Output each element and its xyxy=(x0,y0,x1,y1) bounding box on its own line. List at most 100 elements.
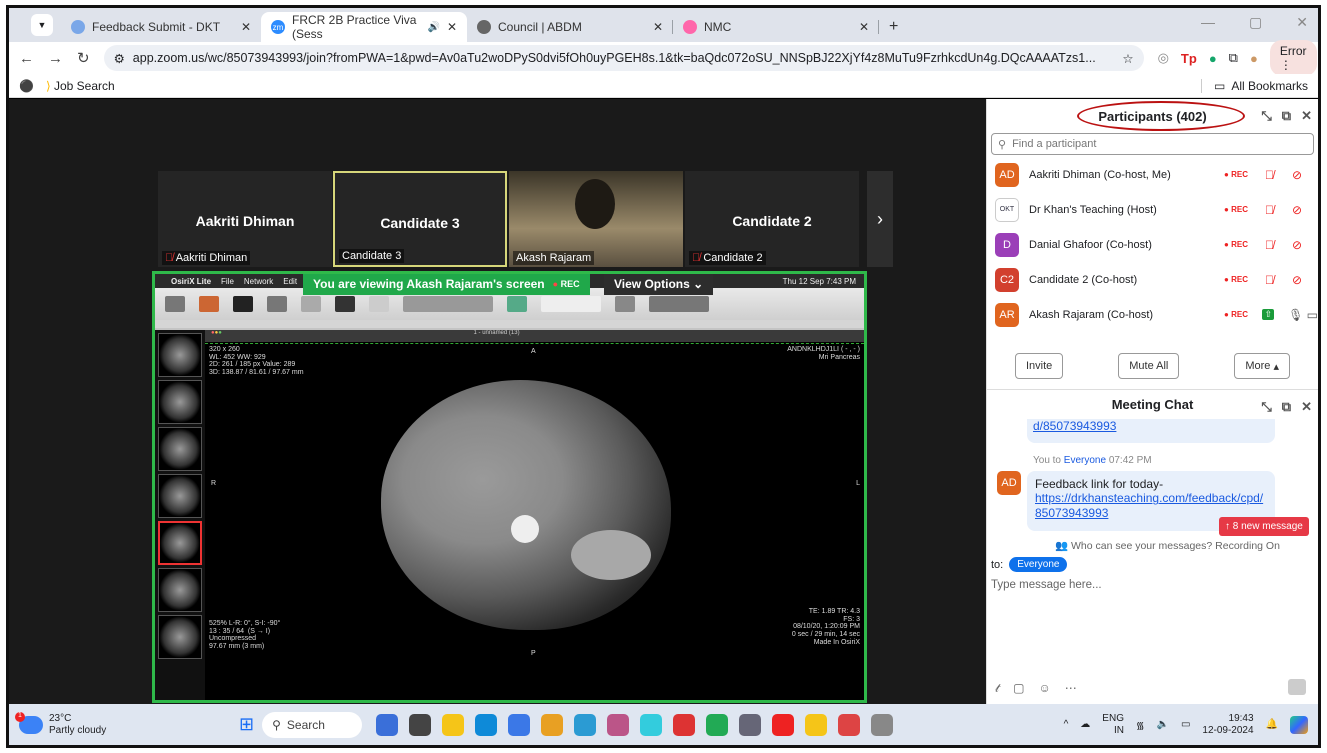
participant-row[interactable]: AR Akash Rajaram (Co-host) ● REC ⇧ 🎙 ▭ xyxy=(987,297,1318,332)
bookmark-job-search[interactable]: ⟩ Job Search xyxy=(46,79,115,93)
edge-icon[interactable] xyxy=(475,713,498,736)
app-icon[interactable] xyxy=(673,713,696,736)
participant-row[interactable]: D Danial Ghafoor (Co-host) ● REC 🎙̸ ⊘ xyxy=(987,227,1318,262)
tab-council[interactable]: Council | ABDM ✕ xyxy=(467,12,673,42)
video-off-icon[interactable]: ⊘ xyxy=(1292,203,1302,217)
mute-all-button[interactable]: Mute All xyxy=(1118,353,1180,379)
app-icon[interactable] xyxy=(574,713,597,736)
participant-search[interactable]: ⚲ Find a participant xyxy=(991,133,1314,155)
chevron-up-icon[interactable]: ^ xyxy=(1064,719,1069,730)
chrome-profile-icon[interactable] xyxy=(805,713,828,736)
new-tab-button[interactable]: + xyxy=(879,12,908,42)
tab-feedback[interactable]: Feedback Submit - DKT ✕ xyxy=(61,12,261,42)
close-icon[interactable]: ✕ xyxy=(241,20,251,34)
series-thumbnail-selected[interactable] xyxy=(158,521,202,565)
tab-zoom[interactable]: zm FRCR 2B Practice Viva (Sess 🔊 ✕ xyxy=(261,12,467,42)
close-window-icon[interactable]: ✕ xyxy=(1296,14,1308,31)
mic-muted-icon[interactable]: 🎙̸ xyxy=(1265,273,1274,287)
settings-icon[interactable] xyxy=(871,713,894,736)
more-options-icon[interactable]: ⋯ xyxy=(1065,681,1077,696)
url-field[interactable]: ⚙ app.zoom.us/wc/85073943993/join?fromPW… xyxy=(103,45,1144,71)
new-messages-button[interactable]: ↑ 8 new message xyxy=(1219,517,1309,536)
close-icon[interactable]: ✕ xyxy=(859,20,869,34)
notification-bell-icon[interactable]: 🔔 xyxy=(1266,719,1278,730)
minimize-panel-icon[interactable]: ⤡ xyxy=(1261,399,1271,415)
powerpoint-icon[interactable] xyxy=(838,713,861,736)
app-icon[interactable] xyxy=(640,713,663,736)
recipient-dropdown[interactable]: Everyone xyxy=(1009,557,1068,572)
close-icon[interactable]: ✕ xyxy=(1301,108,1312,124)
extension-icon[interactable]: Tp xyxy=(1181,51,1197,66)
profile-avatar[interactable]: ● xyxy=(1250,51,1258,66)
windows-start-icon[interactable]: ⊞ xyxy=(239,714,254,735)
tab-nmc[interactable]: NMC ✕ xyxy=(673,12,879,42)
battery-icon[interactable]: ▭ xyxy=(1181,719,1190,730)
mic-icon[interactable]: 🎙 ▭ xyxy=(1288,308,1318,322)
video-off-icon[interactable]: ⊘ xyxy=(1292,273,1302,287)
grammarly-icon[interactable]: ● xyxy=(1209,51,1217,66)
github-icon[interactable]: ⚫ xyxy=(19,79,34,93)
invite-button[interactable]: Invite xyxy=(1015,353,1064,379)
video-off-icon[interactable]: ⊘ xyxy=(1292,238,1302,252)
close-icon[interactable]: ✕ xyxy=(447,20,457,34)
file-icon[interactable]: ▢ xyxy=(1013,681,1024,696)
previous-message-link[interactable]: d/85073943993 xyxy=(1027,419,1275,443)
bookmark-star-icon[interactable]: ☆ xyxy=(1122,51,1133,66)
volume-icon[interactable]: 🔈 xyxy=(1156,719,1168,730)
series-thumbnail[interactable] xyxy=(158,474,202,518)
maximize-icon[interactable]: ▢ xyxy=(1249,14,1262,31)
all-bookmarks[interactable]: ▭ All Bookmarks xyxy=(1200,78,1308,93)
participant-row[interactable]: C2 Candidate 2 (Co-host) ● REC 🎙̸ ⊘ xyxy=(987,262,1318,297)
video-tile-active-speaker[interactable]: Candidate 3 Candidate 3 xyxy=(333,171,507,267)
popout-icon[interactable]: ⧉ xyxy=(1282,108,1291,124)
emoji-icon[interactable]: ☺ xyxy=(1038,681,1050,696)
language-indicator[interactable]: ENG IN xyxy=(1102,713,1124,737)
video-tile[interactable]: Aakriti Dhiman 🎙̸ Aakriti Dhiman xyxy=(158,171,332,267)
extensions-icon[interactable]: ⧉ xyxy=(1229,50,1238,66)
view-options-button[interactable]: View Options ⌄ xyxy=(604,274,714,295)
video-tile[interactable]: Candidate 2 🎙̸ Candidate 2 xyxy=(685,171,859,267)
error-button[interactable]: Error ⋮ xyxy=(1269,40,1317,76)
more-button[interactable]: More ▴ xyxy=(1234,353,1290,379)
popout-icon[interactable]: ⧉ xyxy=(1282,399,1291,415)
mic-muted-icon[interactable]: 🎙̸ xyxy=(1265,168,1274,182)
series-thumbnail[interactable] xyxy=(158,427,202,471)
tab-search-button[interactable]: ▼ xyxy=(31,14,53,36)
close-icon[interactable]: ✕ xyxy=(653,20,663,34)
wifi-icon[interactable]: ᯾ xyxy=(1136,718,1145,732)
series-thumbnail[interactable] xyxy=(158,568,202,612)
clock[interactable]: 19:43 12-09-2024 xyxy=(1202,713,1253,737)
taskbar-search[interactable]: ⚲ Search xyxy=(262,711,363,738)
site-info-icon[interactable]: ⚙ xyxy=(114,51,125,66)
video-off-icon[interactable]: ⊘ xyxy=(1292,168,1302,182)
forward-icon[interactable]: → xyxy=(48,50,63,67)
app-icon[interactable] xyxy=(376,713,399,736)
image-pane[interactable]: ●●● 1 - unnamed (13) 320 x 260 WL: 452 W… xyxy=(205,330,864,700)
back-icon[interactable]: ← xyxy=(19,50,34,67)
task-view-icon[interactable] xyxy=(409,713,432,736)
minimize-panel-icon[interactable]: ⤡ xyxy=(1261,108,1271,124)
weather-widget[interactable]: 1 23°C Partly cloudy xyxy=(9,711,239,736)
copilot-icon[interactable] xyxy=(1290,715,1308,734)
video-tile-camera[interactable]: Akash Rajaram xyxy=(509,171,683,267)
extension-icon[interactable]: ◎ xyxy=(1158,50,1169,66)
file-explorer-icon[interactable] xyxy=(442,713,465,736)
chat-input[interactable]: Type message here... xyxy=(991,579,1102,591)
close-icon[interactable]: ✕ xyxy=(1301,399,1312,415)
series-thumbnail[interactable] xyxy=(158,615,202,659)
whatsapp-icon[interactable] xyxy=(706,713,729,736)
onedrive-icon[interactable]: ☁ xyxy=(1080,719,1090,730)
series-thumbnail[interactable] xyxy=(158,333,202,377)
app-icon[interactable] xyxy=(739,713,762,736)
series-thumbnail[interactable] xyxy=(158,380,202,424)
participant-row[interactable]: AD Aakriti Dhiman (Co-host, Me) ● REC 🎙̸… xyxy=(987,157,1318,192)
feedback-link[interactable]: https://drkhansteaching.com/feedback/cpd… xyxy=(1035,491,1267,520)
store-icon[interactable] xyxy=(508,713,531,736)
reload-icon[interactable]: ↻ xyxy=(77,49,90,67)
mic-muted-icon[interactable]: 🎙̸ xyxy=(1265,203,1274,217)
next-page-arrow[interactable]: › xyxy=(867,171,893,267)
visibility-notice[interactable]: 👥 Who can see your messages? Recording O… xyxy=(1055,539,1280,552)
format-icon[interactable]: 𝓉 xyxy=(995,681,999,696)
mic-muted-icon[interactable]: 🎙̸ xyxy=(1265,238,1274,252)
opera-icon[interactable] xyxy=(772,713,795,736)
